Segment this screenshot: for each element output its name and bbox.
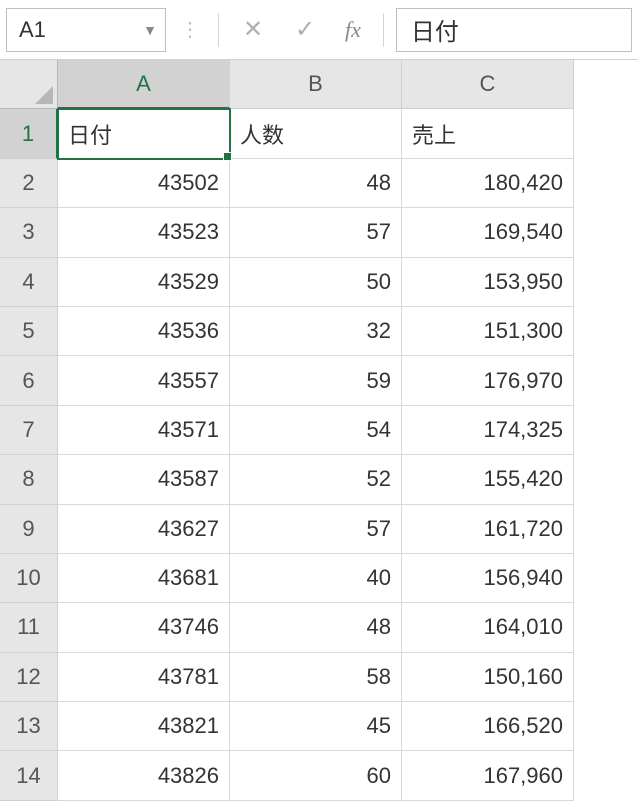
cell[interactable]: 57 (230, 208, 402, 257)
formula-bar: A1 ▼ ⋮ ✕ ✓ fx 日付 (0, 0, 638, 60)
cell[interactable]: 45 (230, 702, 402, 751)
enter-check-icon: ✓ (283, 8, 327, 52)
row-header[interactable]: 12 (0, 653, 58, 702)
cell[interactable]: 43571 (58, 406, 230, 455)
fx-icon[interactable]: fx (335, 8, 371, 52)
cell[interactable]: 43529 (58, 258, 230, 307)
row-header[interactable]: 10 (0, 554, 58, 603)
cell[interactable]: 57 (230, 505, 402, 554)
cell[interactable]: 43821 (58, 702, 230, 751)
row-header[interactable]: 11 (0, 603, 58, 652)
row-header[interactable]: 5 (0, 307, 58, 356)
cell[interactable]: 43557 (58, 356, 230, 405)
cell-A1[interactable]: 日付 (58, 109, 230, 158)
column-header-A[interactable]: A (58, 60, 230, 109)
cell[interactable]: 43681 (58, 554, 230, 603)
name-box-value: A1 (19, 17, 46, 43)
cell[interactable]: 58 (230, 653, 402, 702)
separator (383, 13, 384, 47)
formula-input[interactable]: 日付 (396, 8, 632, 52)
row-header[interactable]: 9 (0, 505, 58, 554)
cell[interactable]: 48 (230, 603, 402, 652)
name-box[interactable]: A1 ▼ (6, 8, 166, 52)
cell[interactable]: 48 (230, 159, 402, 208)
cell[interactable]: 52 (230, 455, 402, 504)
cell[interactable]: 166,520 (402, 702, 574, 751)
separator (218, 13, 219, 47)
cell[interactable]: 176,970 (402, 356, 574, 405)
cell[interactable]: 150,160 (402, 653, 574, 702)
cell[interactable]: 161,720 (402, 505, 574, 554)
cell[interactable]: 180,420 (402, 159, 574, 208)
cell[interactable]: 43746 (58, 603, 230, 652)
cell-B1[interactable]: 人数 (230, 109, 402, 158)
cell[interactable]: 164,010 (402, 603, 574, 652)
cell[interactable]: 43523 (58, 208, 230, 257)
cell[interactable]: 155,420 (402, 455, 574, 504)
row-header[interactable]: 2 (0, 159, 58, 208)
row-header[interactable]: 14 (0, 751, 58, 800)
cell-C1[interactable]: 売上 (402, 109, 574, 158)
vertical-dots-icon: ⋮ (174, 17, 206, 42)
cell[interactable]: 151,300 (402, 307, 574, 356)
cell[interactable]: 167,960 (402, 751, 574, 800)
cell[interactable]: 43587 (58, 455, 230, 504)
cell[interactable]: 174,325 (402, 406, 574, 455)
cell[interactable]: 40 (230, 554, 402, 603)
spreadsheet-grid: A B C 1 日付 人数 売上 2 43502 48 180,420 3 43… (0, 60, 638, 801)
row-header[interactable]: 13 (0, 702, 58, 751)
row-header[interactable]: 1 (0, 109, 58, 158)
chevron-down-icon: ▼ (143, 22, 157, 38)
column-header-B[interactable]: B (230, 60, 402, 109)
row-header[interactable]: 8 (0, 455, 58, 504)
cell[interactable]: 43536 (58, 307, 230, 356)
cell[interactable]: 54 (230, 406, 402, 455)
cell[interactable]: 43781 (58, 653, 230, 702)
cell[interactable]: 156,940 (402, 554, 574, 603)
column-header-C[interactable]: C (402, 60, 574, 109)
row-header[interactable]: 4 (0, 258, 58, 307)
cancel-icon: ✕ (231, 8, 275, 52)
cell[interactable]: 43502 (58, 159, 230, 208)
cell[interactable]: 50 (230, 258, 402, 307)
select-all-corner[interactable] (0, 60, 58, 109)
cell[interactable]: 59 (230, 356, 402, 405)
cell[interactable]: 60 (230, 751, 402, 800)
cell[interactable]: 169,540 (402, 208, 574, 257)
row-header[interactable]: 3 (0, 208, 58, 257)
cell[interactable]: 153,950 (402, 258, 574, 307)
cell[interactable]: 43627 (58, 505, 230, 554)
cell[interactable]: 43826 (58, 751, 230, 800)
row-header[interactable]: 6 (0, 356, 58, 405)
cell[interactable]: 32 (230, 307, 402, 356)
formula-input-value: 日付 (411, 12, 459, 47)
row-header[interactable]: 7 (0, 406, 58, 455)
